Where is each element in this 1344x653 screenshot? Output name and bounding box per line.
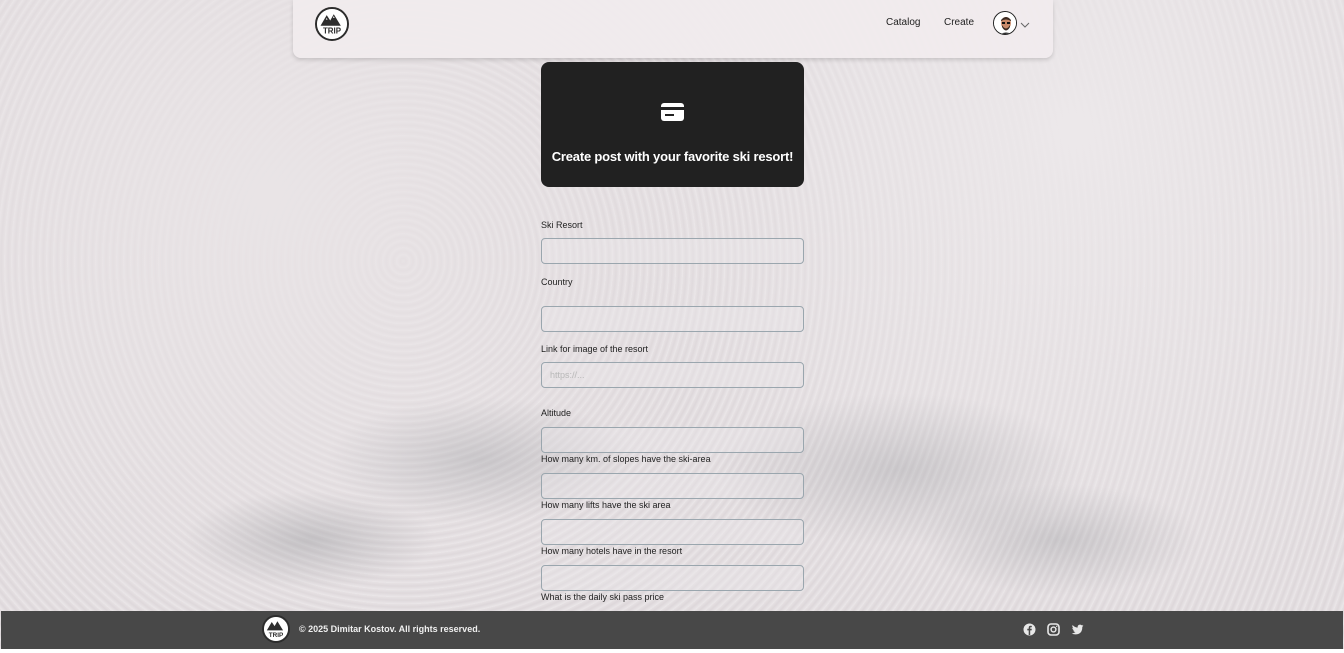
footer: TRIP © 2025 Dimitar Kostov. All rights r… (1, 611, 1343, 649)
country-label: Country (541, 277, 573, 287)
logo-text: TRIP (323, 27, 342, 36)
ski-resort-input[interactable] (541, 238, 804, 264)
ski-pass-price-label: What is the daily ski pass price (541, 592, 665, 602)
lifts-label: How many lifts have the ski area (541, 500, 671, 510)
altitude-input[interactable] (541, 427, 804, 453)
bottom-strip (0, 649, 1344, 653)
altitude-label: Altitude (541, 408, 572, 418)
hotels-input[interactable] (541, 565, 804, 591)
image-link-input[interactable] (541, 362, 804, 388)
navbar: TRIP Catalog Create (293, 0, 1053, 58)
hotels-label: How many hotels have in the resort (541, 546, 683, 556)
copyright-text: © 2025 Dimitar Kostov. All rights reserv… (299, 624, 481, 634)
ski-resort-label: Ski Resort (541, 220, 583, 230)
twitter-icon[interactable] (1071, 623, 1084, 636)
footer-logo: TRIP (262, 615, 290, 643)
instagram-icon[interactable] (1047, 623, 1060, 636)
nav-create-link[interactable]: Create (944, 17, 974, 28)
slopes-km-label: How many km. of slopes have the ski-area (541, 454, 711, 464)
chevron-down-icon[interactable] (1020, 17, 1030, 28)
footer-logo-text: TRIP (269, 632, 284, 639)
logo[interactable]: TRIP (315, 7, 349, 41)
slopes-km-input[interactable] (541, 473, 804, 499)
create-hero-card: Create post with your favorite ski resor… (541, 62, 804, 187)
page-title: Create post with your favorite ski resor… (551, 149, 794, 164)
nav-catalog-link[interactable]: Catalog (886, 17, 920, 28)
facebook-icon[interactable] (1023, 623, 1036, 636)
avatar[interactable] (993, 11, 1017, 35)
country-input[interactable] (541, 306, 804, 332)
lifts-input[interactable] (541, 519, 804, 545)
card-icon (660, 101, 685, 123)
image-link-label: Link for image of the resort (541, 344, 649, 354)
